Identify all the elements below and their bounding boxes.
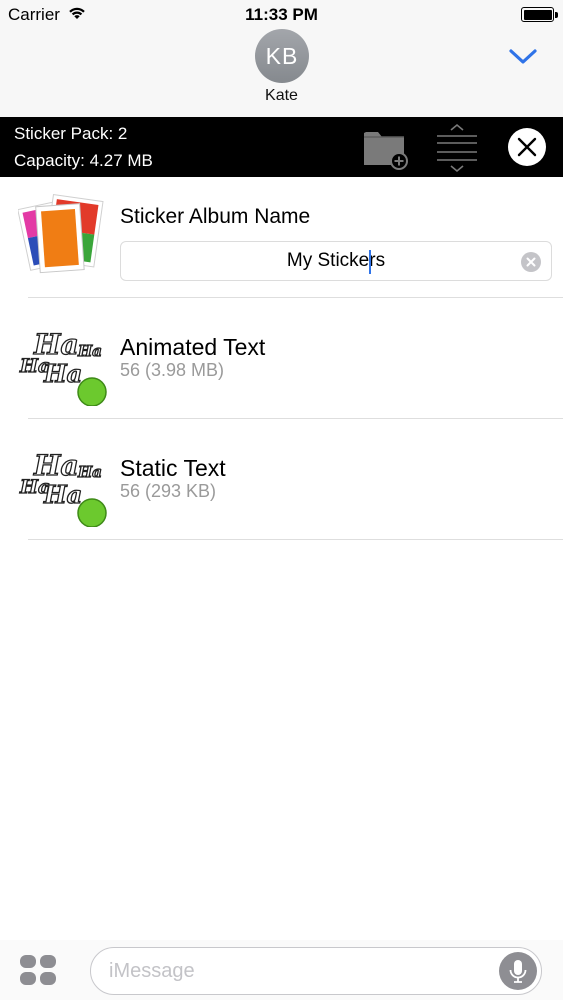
- haha-sticker-icon: Ha Ha Ha Ha: [18, 327, 107, 406]
- sticker-pack-name: Static Text: [120, 455, 226, 481]
- svg-text:Ha: Ha: [77, 463, 102, 481]
- close-icon: [517, 137, 537, 157]
- reorder-icon[interactable]: [434, 123, 480, 173]
- sticker-pack-details: 56 (3.98 MB): [120, 360, 225, 380]
- svg-text:Ha: Ha: [77, 342, 102, 360]
- clock: 11:33 PM: [245, 5, 318, 24]
- haha-sticker-icon: Ha Ha Ha Ha: [18, 448, 107, 527]
- battery-icon: [521, 7, 558, 22]
- message-input[interactable]: iMessage: [90, 947, 542, 995]
- dictation-button[interactable]: [499, 952, 537, 990]
- svg-text:Ha: Ha: [43, 480, 82, 509]
- clear-text-icon[interactable]: [521, 252, 541, 272]
- divider: [28, 539, 563, 540]
- app-drawer-icon: [20, 955, 36, 968]
- album-name-label: Sticker Album Name: [120, 205, 311, 228]
- close-button[interactable]: [508, 128, 546, 166]
- album-name-row: Sticker Album Name: [0, 177, 563, 297]
- new-folder-icon[interactable]: [362, 125, 410, 171]
- sticker-pack-name: Animated Text: [120, 334, 266, 360]
- album-name-field-container: [120, 241, 552, 281]
- sticker-list-item[interactable]: Ha Ha Ha Ha Animated Text 56 (3.98 MB): [0, 298, 563, 419]
- collapse-chevron-icon[interactable]: [508, 46, 538, 66]
- microphone-icon: [509, 960, 527, 983]
- sticker-pack-count: Sticker Pack: 2: [14, 124, 128, 143]
- conversation-header: Carrier 11:33 PM KB Kate: [0, 0, 563, 117]
- photo-album-icon: [18, 194, 104, 274]
- sticker-pack-bar: Sticker Pack: 2 Capacity: 4.27 MB: [0, 117, 563, 177]
- text-cursor: [369, 250, 371, 274]
- sticker-pack-details: 56 (293 KB): [120, 481, 217, 501]
- message-composer: iMessage: [0, 940, 563, 1000]
- status-bar: Carrier 11:33 PM: [0, 0, 563, 30]
- sticker-list-item[interactable]: Ha Ha Ha Ha Static Text 56 (293 KB): [0, 419, 563, 540]
- svg-text:Ha: Ha: [43, 359, 82, 388]
- capacity-label: Capacity: 4.27 MB: [14, 151, 153, 170]
- avatar[interactable]: KB: [255, 29, 309, 83]
- app-drawer-button[interactable]: [20, 955, 58, 987]
- album-name-input[interactable]: [121, 242, 551, 280]
- contact-name[interactable]: Kate: [0, 87, 563, 105]
- message-placeholder: iMessage: [109, 960, 195, 982]
